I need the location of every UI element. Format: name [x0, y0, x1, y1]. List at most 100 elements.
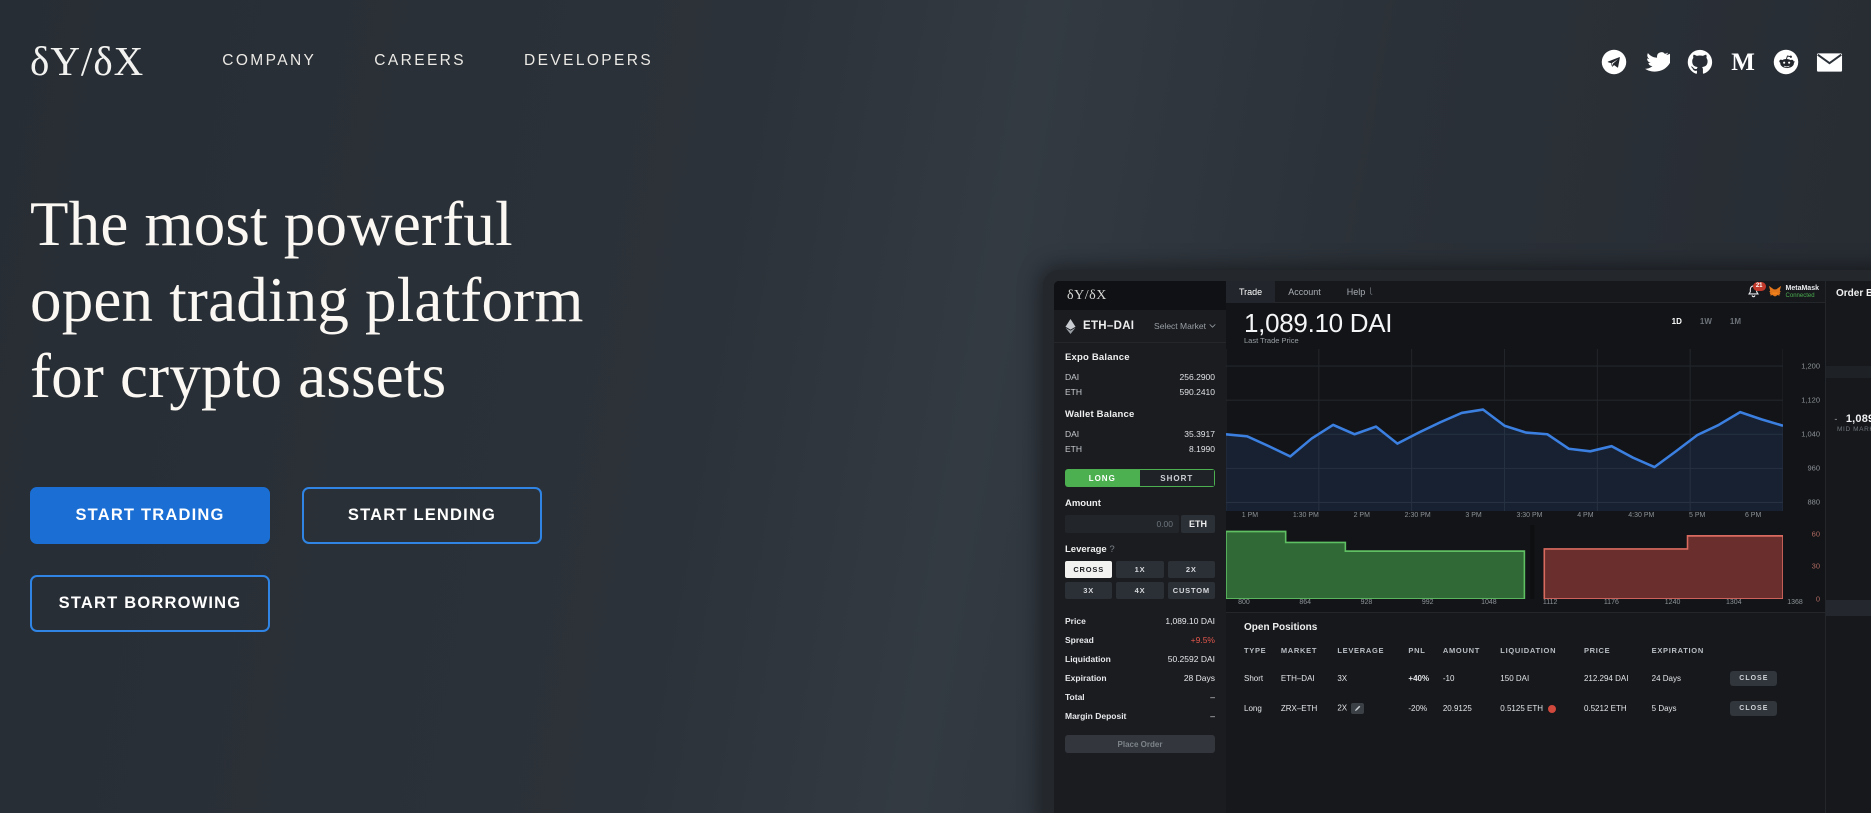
nav-link-developers[interactable]: DEVELOPERS: [524, 52, 653, 70]
x-tick-label: 6 PM: [1744, 512, 1762, 519]
order-book-ask-row[interactable]: 150.0253: [1826, 475, 1871, 487]
order-book-bid-row[interactable]: 23.5900: [1826, 692, 1871, 704]
order-book-ask-row[interactable]: 150.0253: [1826, 561, 1871, 573]
close-position-button[interactable]: CLOSE: [1730, 701, 1778, 716]
order-book-ask-row[interactable]: 150.0253: [1826, 536, 1871, 548]
depth-chart-plot[interactable]: [1225, 525, 1784, 600]
start-lending-button[interactable]: START LENDING: [302, 487, 542, 544]
order-book-ask-row[interactable]: 150.0253: [1826, 463, 1871, 475]
place-order-button[interactable]: Place Order: [1065, 735, 1215, 753]
leverage-option-cross[interactable]: CROSS: [1065, 561, 1113, 578]
telegram-icon[interactable]: [1600, 48, 1628, 76]
market-selector[interactable]: ETH–DAI Select Market: [1054, 310, 1226, 343]
order-book-bid-row[interactable]: 23.5900: [1826, 717, 1871, 729]
long-tab[interactable]: LONG: [1065, 469, 1140, 487]
column-header: AMOUNT: [1442, 646, 1480, 655]
order-book-spread-label: DAI SPREAD: [1826, 600, 1871, 617]
order-book-ask-row[interactable]: 150.0253: [1826, 524, 1871, 536]
order-book-ask-row[interactable]: 150.0253: [1826, 512, 1871, 524]
tab-help[interactable]: Help ⎩: [1334, 281, 1386, 303]
amount-unit: ETH: [1181, 515, 1215, 533]
timeframe-1m[interactable]: 1M: [1730, 317, 1741, 326]
order-book-ask-row[interactable]: 150.0253: [1826, 354, 1871, 366]
short-tab[interactable]: SHORT: [1139, 469, 1215, 487]
help-icon[interactable]: ?: [1109, 544, 1114, 555]
wallet-status[interactable]: MetaMask Connected: [1768, 285, 1819, 299]
position-market: ETH–DAI: [1280, 674, 1315, 683]
leverage-option-3x[interactable]: 3X: [1065, 582, 1113, 599]
order-book-ask-row[interactable]: 1.0000: [1826, 439, 1871, 451]
value: 256.2900: [1179, 371, 1215, 382]
table-row[interactable]: Long ZRX–ETH 2X -20% 20.9125 0.5125 ETH 0.5212…: [1244, 694, 1802, 724]
price-chart-x-axis: 1 PM 1:30 PM 2 PM 2:30 PM 3 PM 3:30 PM 4 PM 4:3…: [1226, 511, 1825, 525]
order-book-ask-row[interactable]: 150.0253: [1826, 585, 1871, 597]
order-book-bid-row[interactable]: 23.5900: [1826, 619, 1871, 631]
order-book-bid-row[interactable]: 23.5900: [1826, 632, 1871, 644]
order-book-ask-row[interactable]: 150.0253: [1826, 365, 1871, 378]
order-book-bid-row[interactable]: 23.5900: [1826, 656, 1871, 668]
start-trading-button[interactable]: START TRADING: [30, 487, 270, 544]
github-icon[interactable]: [1686, 48, 1714, 76]
medium-icon[interactable]: M: [1729, 48, 1757, 76]
order-book-ask-row[interactable]: 150.0253: [1826, 341, 1871, 353]
order-book-bid-row[interactable]: 23.5900: [1826, 705, 1871, 717]
nav-link-careers[interactable]: CAREERS: [374, 52, 466, 70]
app-logo: δY/δX: [1054, 281, 1226, 310]
nav-link-company[interactable]: COMPANY: [222, 52, 316, 70]
notification-bell-icon[interactable]: 21: [1747, 282, 1766, 299]
start-borrowing-button[interactable]: START BORROWING: [30, 575, 270, 632]
expo-balance-title: Expo Balance: [1065, 352, 1130, 363]
leverage-option-2x[interactable]: 2X: [1167, 561, 1215, 578]
price-chart-y-axis: 1,200 1,120 1,040 960 880: [1783, 349, 1825, 511]
order-book-panel: Order Book SIZE (ETH) 150.0253150.025315…: [1825, 281, 1871, 813]
order-book-ask-row[interactable]: 150.0253: [1826, 427, 1871, 439]
order-book-ask-row[interactable]: 150.0253: [1826, 402, 1871, 414]
leverage-option-1x[interactable]: 1X: [1116, 561, 1164, 578]
position-expiration: 24 Days: [1651, 674, 1682, 683]
x-tick-label: 1176: [1603, 599, 1619, 606]
order-book-ask-row[interactable]: 150.0253: [1826, 573, 1871, 585]
value: 35.3917: [1184, 428, 1215, 439]
order-book-ask-row[interactable]: 150.0253: [1826, 378, 1871, 390]
order-book-ask-row[interactable]: 150.0253: [1826, 549, 1871, 561]
amount-input[interactable]: 0.00: [1065, 515, 1179, 533]
y-tick-label: 960: [1807, 463, 1820, 473]
order-book-bid-row[interactable]: 23.5900: [1826, 668, 1871, 680]
table-row[interactable]: Short ETH–DAI 3X +40% -10 150 DAI 212.294 DAI 2…: [1244, 664, 1802, 694]
expo-balance-section: Expo Balance DAI 256.2900 ETH 590.2410: [1054, 343, 1226, 400]
order-book-ask-row[interactable]: 150.0253: [1826, 488, 1871, 500]
wallet-name: MetaMask: [1785, 285, 1819, 293]
tab-trade[interactable]: Trade: [1226, 281, 1276, 303]
timeframe-1d[interactable]: 1D: [1672, 317, 1682, 326]
balance-row: ETH 8.1990: [1065, 441, 1215, 456]
edit-icon[interactable]: [1351, 703, 1365, 714]
tab-account[interactable]: Account: [1275, 281, 1334, 303]
order-book-bid-row[interactable]: 23.5900: [1826, 644, 1871, 656]
leverage-option-custom[interactable]: CUSTOM: [1167, 582, 1215, 599]
key: DAI: [1065, 371, 1080, 382]
email-icon[interactable]: [1815, 48, 1843, 76]
order-book-ask-row[interactable]: 150.0253: [1826, 317, 1871, 329]
price-chart-plot[interactable]: [1225, 349, 1784, 511]
ethereum-icon: [1065, 318, 1076, 334]
order-book-ask-row[interactable]: 150.0253: [1826, 329, 1871, 341]
depth-chart: 60 30 0: [1225, 525, 1825, 604]
external-link-icon: ⎩: [1368, 289, 1373, 295]
leverage-option-4x[interactable]: 4X: [1116, 582, 1164, 599]
reddit-icon[interactable]: [1772, 48, 1800, 76]
order-book-bid-row[interactable]: 23.5900: [1826, 680, 1871, 692]
social-links: M: [1600, 48, 1843, 76]
timeframe-1w[interactable]: 1W: [1700, 317, 1712, 326]
site-logo[interactable]: δY/δX: [30, 40, 144, 82]
position-leverage: 3X: [1337, 674, 1348, 683]
x-tick-label: 1048: [1481, 599, 1497, 606]
select-market-label[interactable]: Select Market: [1154, 321, 1216, 331]
twitter-icon[interactable]: [1643, 48, 1671, 76]
order-book-ask-row[interactable]: 150.0253: [1826, 415, 1871, 427]
summary-row: Total –: [1065, 687, 1215, 706]
order-book-ask-row[interactable]: 150.0253: [1826, 390, 1871, 402]
order-book-ask-row[interactable]: 150.0253: [1826, 451, 1871, 463]
order-book-ask-row[interactable]: 150.0253: [1826, 500, 1871, 512]
position-actions: CLOSE: [1730, 694, 1801, 724]
close-position-button[interactable]: CLOSE: [1730, 671, 1778, 686]
